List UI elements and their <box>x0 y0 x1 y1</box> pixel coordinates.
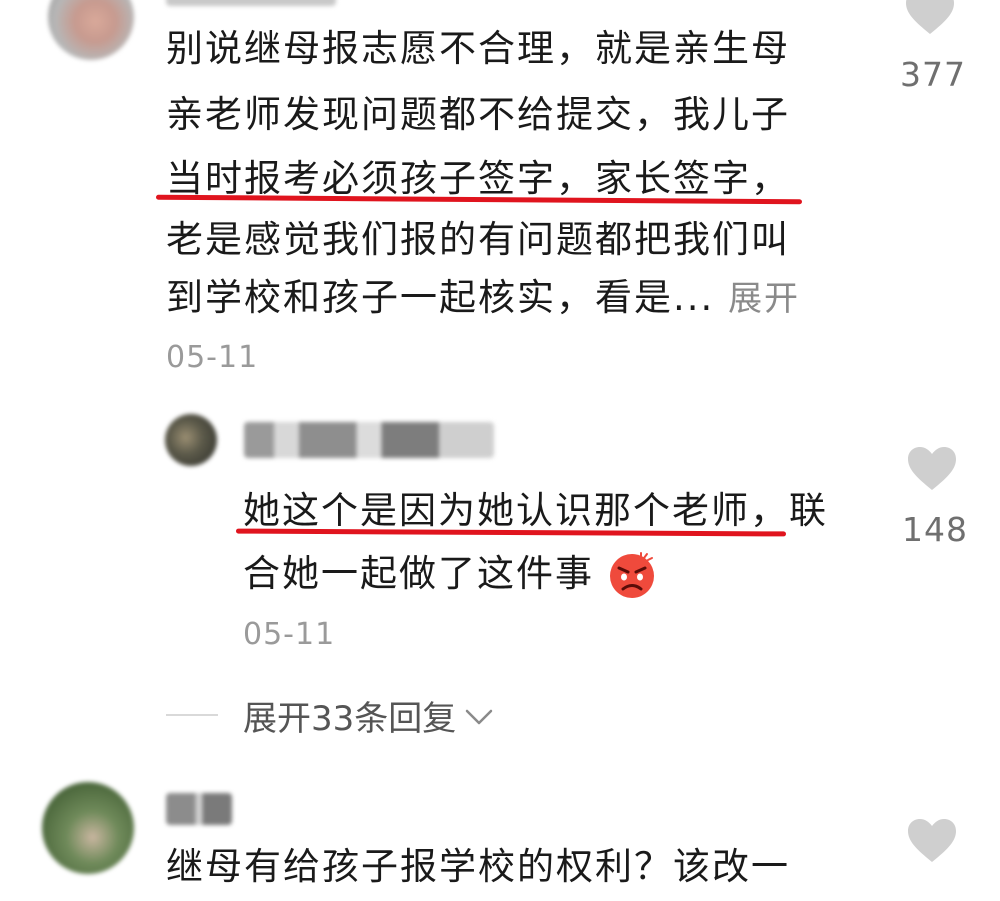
like-button[interactable] <box>904 0 956 36</box>
comment-line-text: 合她一起做了这件事 <box>243 552 594 595</box>
heart-icon <box>908 819 956 862</box>
like-button[interactable] <box>906 818 958 864</box>
comment-date: 05-11 <box>166 340 259 375</box>
like-count: 148 <box>902 510 968 549</box>
like-button[interactable] <box>906 446 958 492</box>
username[interactable] <box>166 793 232 825</box>
comment-date: 05-11 <box>243 617 336 652</box>
expand-replies-label: 展开33条回复 <box>243 699 457 739</box>
username[interactable] <box>244 422 494 458</box>
avatar[interactable] <box>165 414 217 466</box>
angry-face-icon <box>608 551 656 600</box>
comment-line: 继母有给孩子报学校的权利？该改一 <box>166 845 790 888</box>
heart-icon <box>906 0 954 34</box>
heart-icon <box>908 447 956 490</box>
comment-line-text: 到学校和孩子一起核实，看是... <box>166 276 715 319</box>
comment-line: 合她一起做了这件事 <box>243 540 656 608</box>
username[interactable] <box>166 0 336 6</box>
chevron-down-icon <box>464 696 494 736</box>
avatar[interactable] <box>42 782 134 874</box>
expand-replies-button[interactable]: 展开33条回复 <box>243 691 494 740</box>
comment-line: 亲老师发现问题都不给提交，我儿子 <box>166 93 790 136</box>
comment-line: 到学校和孩子一起核实，看是... 展开 <box>166 264 800 333</box>
avatar[interactable] <box>48 0 134 60</box>
divider <box>166 714 218 716</box>
like-count: 377 <box>900 55 966 94</box>
expand-link[interactable]: 展开 <box>728 279 800 319</box>
comment-line: 别说继母报志愿不合理，就是亲生母 <box>166 27 790 70</box>
